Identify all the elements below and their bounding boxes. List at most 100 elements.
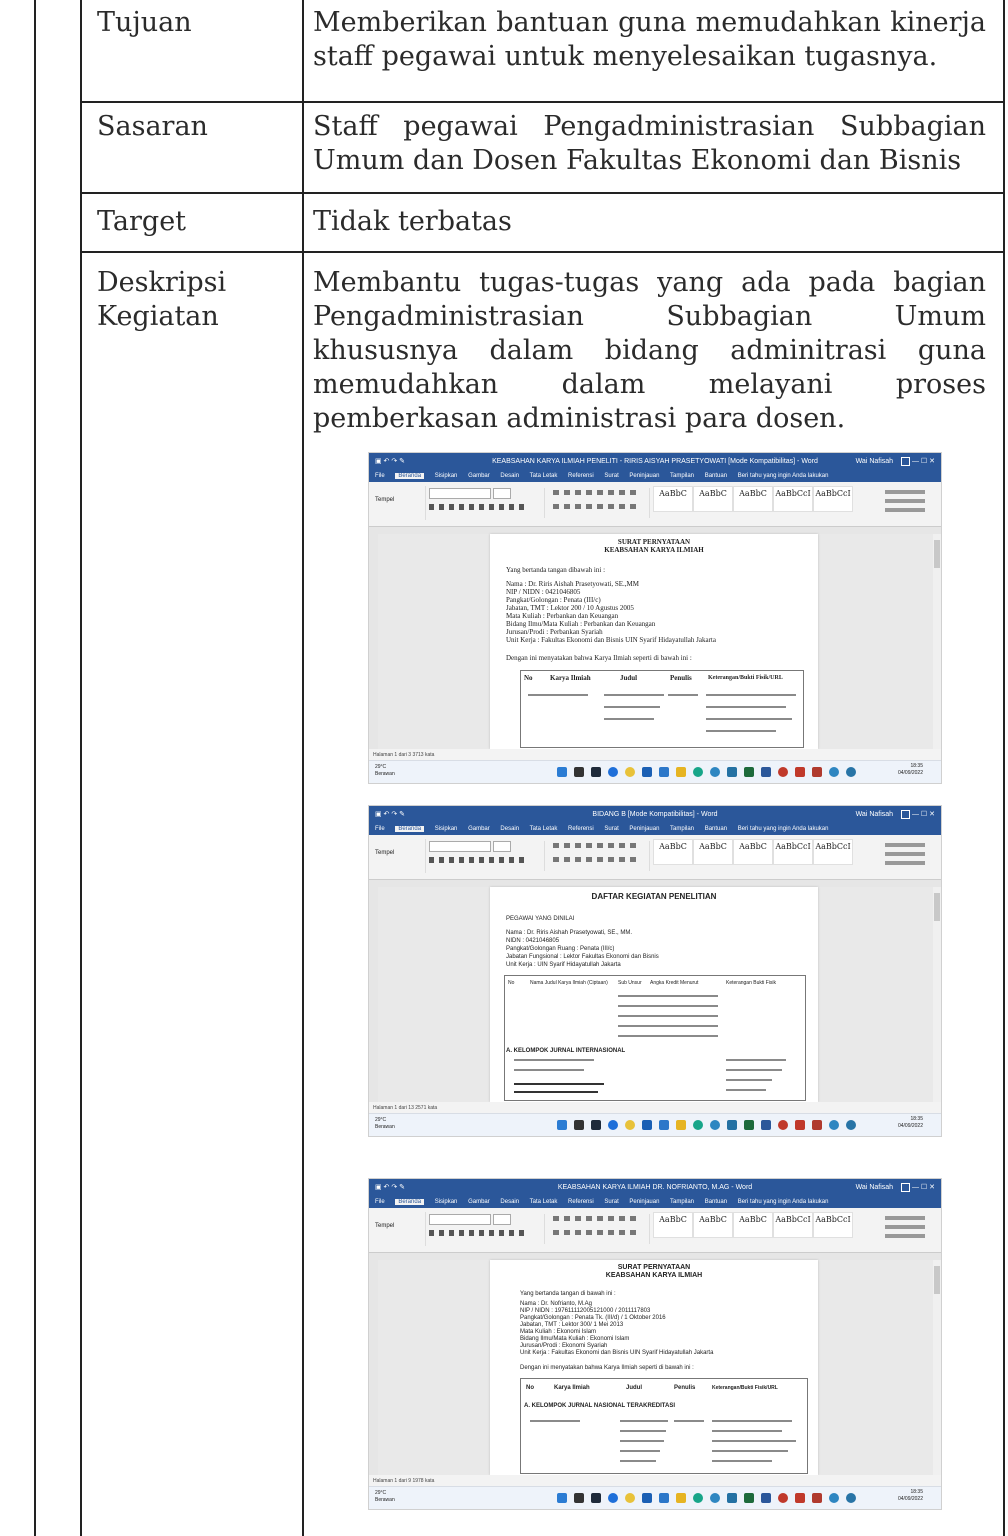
files-icon[interactable] xyxy=(676,767,686,777)
search-icon[interactable] xyxy=(574,1493,584,1503)
paste-button[interactable]: Tempel xyxy=(375,849,394,857)
tab-sisipkan[interactable]: Sisipkan xyxy=(435,473,458,479)
app-icon[interactable] xyxy=(693,1120,703,1130)
tab-tata-letak[interactable]: Tata Letak xyxy=(530,1199,558,1205)
acrobat-icon[interactable] xyxy=(795,1493,805,1503)
scrollbar[interactable] xyxy=(933,1260,941,1475)
app-icon[interactable] xyxy=(778,1493,788,1503)
weather-widget[interactable]: 29°C Berawan xyxy=(375,1490,405,1504)
weather-widget[interactable]: 29°C Berawan xyxy=(375,764,405,778)
tell-me-search[interactable]: Beri tahu yang ingin Anda lakukan xyxy=(738,826,829,832)
tab-gambar[interactable]: Gambar xyxy=(468,826,490,832)
tab-gambar[interactable]: Gambar xyxy=(468,473,490,479)
scrollbar[interactable] xyxy=(933,887,941,1102)
style-sample[interactable]: AaBbC xyxy=(733,1212,773,1238)
tab-bantuan[interactable]: Bantuan xyxy=(705,826,727,832)
store-icon[interactable] xyxy=(642,1493,652,1503)
app-icon[interactable] xyxy=(829,767,839,777)
app-icon[interactable] xyxy=(846,1493,856,1503)
style-sample[interactable]: AaBbCcI xyxy=(773,486,813,512)
paste-button[interactable]: Tempel xyxy=(375,1222,394,1230)
chrome-icon[interactable] xyxy=(625,1493,635,1503)
word-icon[interactable] xyxy=(761,1493,771,1503)
tab-beranda[interactable]: Beranda xyxy=(395,473,425,479)
style-sample[interactable]: AaBbC xyxy=(653,839,693,865)
tab-desain[interactable]: Desain xyxy=(500,473,519,479)
tab-sisipkan[interactable]: Sisipkan xyxy=(435,1199,458,1205)
edge-icon[interactable] xyxy=(608,767,618,777)
tab-desain[interactable]: Desain xyxy=(500,1199,519,1205)
tab-sisipkan[interactable]: Sisipkan xyxy=(435,826,458,832)
tab-bantuan[interactable]: Bantuan xyxy=(705,473,727,479)
style-sample[interactable]: AaBbC xyxy=(653,486,693,512)
tab-peninjauan[interactable]: Peninjauan xyxy=(629,473,659,479)
start-icon[interactable] xyxy=(557,767,567,777)
start-icon[interactable] xyxy=(557,1120,567,1130)
weather-widget[interactable]: 29°C Berawan xyxy=(375,1117,405,1131)
edge-icon[interactable] xyxy=(608,1493,618,1503)
font-size-box[interactable] xyxy=(493,1214,511,1225)
tab-file[interactable]: File xyxy=(375,1199,385,1205)
app-icon[interactable] xyxy=(693,767,703,777)
style-sample[interactable]: AaBbCcI xyxy=(773,839,813,865)
tab-tata-letak[interactable]: Tata Letak xyxy=(530,473,558,479)
search-icon[interactable] xyxy=(574,767,584,777)
chrome-icon[interactable] xyxy=(625,767,635,777)
app-icon[interactable] xyxy=(693,1493,703,1503)
app-icon[interactable] xyxy=(744,767,754,777)
app-icon[interactable] xyxy=(812,1120,822,1130)
style-sample[interactable]: AaBbCcI xyxy=(773,1212,813,1238)
tab-tampilan[interactable]: Tampilan xyxy=(670,826,694,832)
app-icon[interactable] xyxy=(812,767,822,777)
app-icon[interactable] xyxy=(744,1493,754,1503)
start-icon[interactable] xyxy=(557,1493,567,1503)
word-icon[interactable] xyxy=(761,767,771,777)
style-sample[interactable]: AaBbC xyxy=(733,839,773,865)
edge-icon[interactable] xyxy=(608,1120,618,1130)
store-icon[interactable] xyxy=(642,767,652,777)
photos-icon[interactable] xyxy=(659,1120,669,1130)
tab-bantuan[interactable]: Bantuan xyxy=(705,1199,727,1205)
file-explorer-icon[interactable] xyxy=(591,1493,601,1503)
style-sample[interactable]: AaBbC xyxy=(693,1212,733,1238)
app-icon[interactable] xyxy=(727,767,737,777)
style-sample[interactable]: AaBbCcI xyxy=(813,839,853,865)
photos-icon[interactable] xyxy=(659,1493,669,1503)
acrobat-icon[interactable] xyxy=(795,1120,805,1130)
file-explorer-icon[interactable] xyxy=(591,767,601,777)
app-icon[interactable] xyxy=(727,1120,737,1130)
tab-peninjauan[interactable]: Peninjauan xyxy=(629,826,659,832)
app-icon[interactable] xyxy=(846,1120,856,1130)
tell-me-search[interactable]: Beri tahu yang ingin Anda lakukan xyxy=(738,1199,829,1205)
chrome-icon[interactable] xyxy=(625,1120,635,1130)
files-icon[interactable] xyxy=(676,1120,686,1130)
app-icon[interactable] xyxy=(829,1493,839,1503)
scrollbar[interactable] xyxy=(933,534,941,749)
tab-beranda[interactable]: Beranda xyxy=(395,826,425,832)
app-icon[interactable] xyxy=(710,767,720,777)
acrobat-icon[interactable] xyxy=(795,767,805,777)
style-sample[interactable]: AaBbC xyxy=(653,1212,693,1238)
app-icon[interactable] xyxy=(778,1120,788,1130)
tab-surat[interactable]: Surat xyxy=(604,1199,618,1205)
style-sample[interactable]: AaBbC xyxy=(693,486,733,512)
app-icon[interactable] xyxy=(727,1493,737,1503)
photos-icon[interactable] xyxy=(659,767,669,777)
tab-tampilan[interactable]: Tampilan xyxy=(670,473,694,479)
app-icon[interactable] xyxy=(846,767,856,777)
tab-surat[interactable]: Surat xyxy=(604,473,618,479)
tab-referensi[interactable]: Referensi xyxy=(568,826,594,832)
word-icon[interactable] xyxy=(761,1120,771,1130)
tab-referensi[interactable]: Referensi xyxy=(568,473,594,479)
paste-button[interactable]: Tempel xyxy=(375,496,394,504)
store-icon[interactable] xyxy=(642,1120,652,1130)
tell-me-search[interactable]: Beri tahu yang ingin Anda lakukan xyxy=(738,473,829,479)
tab-referensi[interactable]: Referensi xyxy=(568,1199,594,1205)
style-sample[interactable]: AaBbCcI xyxy=(813,1212,853,1238)
tab-tampilan[interactable]: Tampilan xyxy=(670,1199,694,1205)
tab-gambar[interactable]: Gambar xyxy=(468,1199,490,1205)
font-name-box[interactable] xyxy=(429,841,491,852)
app-icon[interactable] xyxy=(710,1493,720,1503)
app-icon[interactable] xyxy=(829,1120,839,1130)
style-sample[interactable]: AaBbCcI xyxy=(813,486,853,512)
